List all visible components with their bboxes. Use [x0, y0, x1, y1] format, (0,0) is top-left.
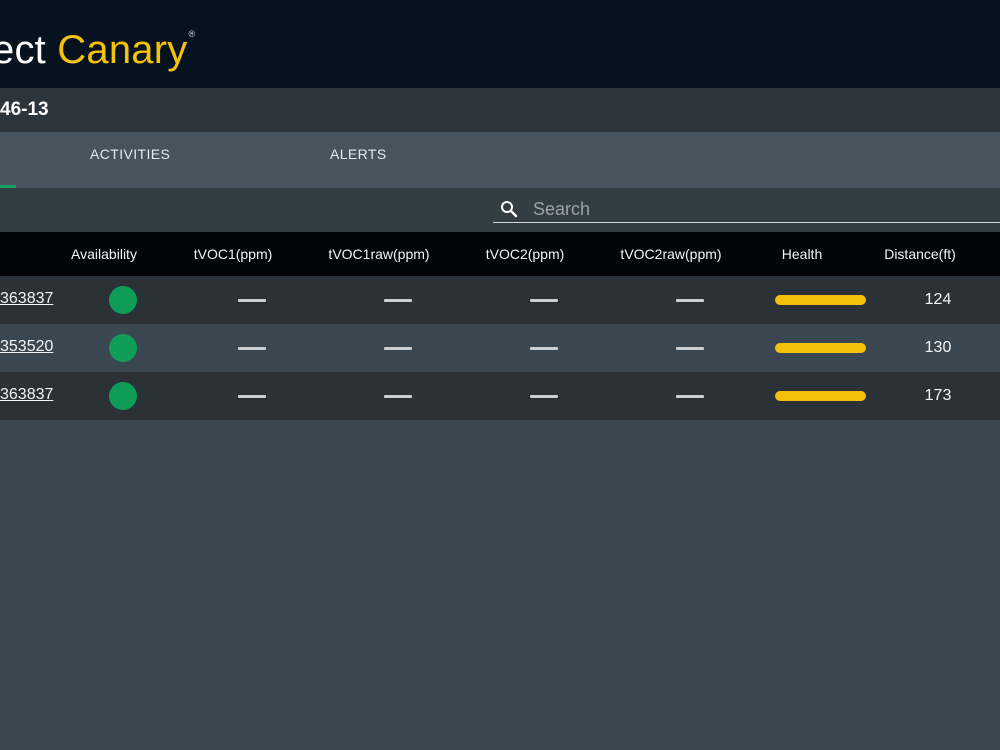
tab-activities[interactable]: ACTIVITIES: [90, 145, 170, 163]
brand-logo: ect Canary®: [0, 28, 195, 82]
distance-value: 124: [924, 291, 952, 308]
search-icon[interactable]: [500, 200, 518, 218]
health-bar: [775, 391, 866, 401]
availability-status-icon: [109, 286, 137, 314]
tvoc2raw-empty-value: [676, 299, 704, 302]
distance-value: 130: [924, 339, 952, 356]
health-bar: [775, 343, 866, 353]
tvoc2-empty-value: [530, 299, 558, 302]
search-input[interactable]: [533, 196, 993, 222]
search-field[interactable]: [493, 196, 1000, 223]
tvoc2raw-empty-value: [676, 347, 704, 350]
device-id: 46-13: [0, 99, 49, 120]
column-header-availability[interactable]: Availability: [71, 246, 137, 262]
sensor-id-link[interactable]: 353520: [0, 337, 53, 357]
health-bar: [775, 295, 866, 305]
availability-status-icon: [109, 382, 137, 410]
column-header-tvoc1[interactable]: tVOC1(ppm): [194, 246, 273, 262]
table-row[interactable]: 353520 130: [0, 324, 1000, 372]
device-bar: 46-13: [0, 88, 1000, 132]
distance-value: 173: [924, 387, 952, 404]
tvoc1raw-empty-value: [384, 299, 412, 302]
column-header-tvoc1raw[interactable]: tVOC1raw(ppm): [328, 246, 429, 262]
table-header: Availability tVOC1(ppm) tVOC1raw(ppm) tV…: [0, 232, 1000, 276]
tvoc1-empty-value: [238, 299, 266, 302]
tab-alerts[interactable]: ALERTS: [330, 145, 387, 163]
tab-bar: ACTIVITIES ALERTS: [0, 132, 1000, 188]
brand-prefix: ect: [0, 28, 46, 72]
column-header-health[interactable]: Health: [782, 246, 822, 262]
tvoc2raw-empty-value: [676, 395, 704, 398]
tvoc1raw-empty-value: [384, 395, 412, 398]
tvoc1-empty-value: [238, 347, 266, 350]
column-header-tvoc2raw[interactable]: tVOC2raw(ppm): [620, 246, 721, 262]
tvoc2-empty-value: [530, 395, 558, 398]
tvoc2-empty-value: [530, 347, 558, 350]
table-row[interactable]: 363837 173: [0, 372, 1000, 420]
brand-name: Canary: [57, 28, 188, 72]
column-header-distance[interactable]: Distance(ft): [884, 246, 956, 262]
tvoc1-empty-value: [238, 395, 266, 398]
column-header-tvoc2[interactable]: tVOC2(ppm): [486, 246, 565, 262]
sensor-id-link[interactable]: 363837: [0, 289, 53, 309]
table-row[interactable]: 363837 124: [0, 276, 1000, 324]
tvoc1raw-empty-value: [384, 347, 412, 350]
sensor-id-link[interactable]: 363837: [0, 385, 53, 405]
search-bar: [0, 188, 1000, 232]
availability-status-icon: [109, 334, 137, 362]
app-header: ect Canary®: [0, 0, 1000, 88]
registered-mark: ®: [188, 29, 196, 39]
